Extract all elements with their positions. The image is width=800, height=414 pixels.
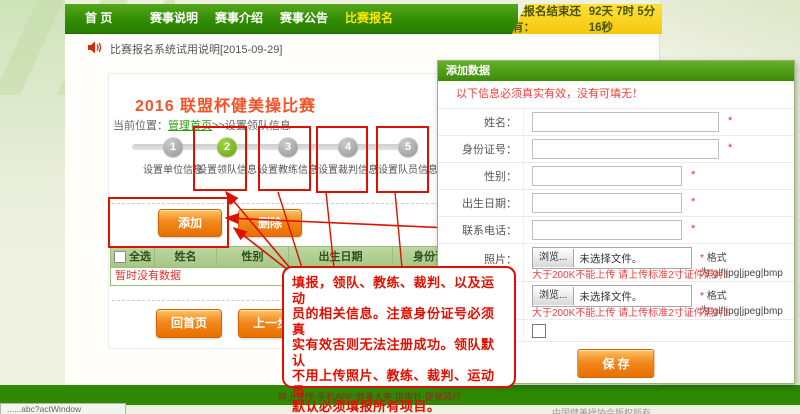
field-row-name: 姓名： * (438, 108, 794, 136)
dialog-notice-text: 以下信息必须真实有效，没有可填无！ (438, 81, 794, 108)
annotation-callout: 填报，领队、教练、裁判、以及运动 员的相关信息。注意身份证号必须真 实有效否则无… (282, 266, 516, 388)
certificate-size-warning: 大于200K不能上传 请上传标准2寸证件照片！ (532, 304, 734, 319)
nav-item-event-notice[interactable]: 赛事公告 (280, 4, 328, 33)
nav-item-event-intro[interactable]: 赛事说明 (150, 4, 198, 33)
save-button[interactable]: 保 存 (577, 349, 654, 378)
dialog-checkbox[interactable] (532, 324, 546, 338)
page-title: 2016 联盟杯健美操比赛 (135, 92, 316, 116)
announcement-link[interactable]: 比赛报名系统试用说明[2015-09-29] (110, 41, 282, 57)
step-circle-1: 1 (163, 137, 183, 157)
nav-item-registration[interactable]: 比赛报名 (345, 4, 393, 33)
annotation-box-step3 (258, 126, 311, 191)
countdown-value: 92天 7时 5分 16秒 (589, 3, 662, 35)
phone-input[interactable] (532, 220, 682, 240)
top-nav-bar: 首 页 赛事说明 赛事介绍 赛事公告 比赛报名 (65, 4, 518, 34)
id-number-label: 身份证号： (438, 135, 524, 162)
callout-line: 员的相关信息。注意身份证号必须真 (292, 306, 506, 337)
gender-label: 性别： (438, 162, 524, 189)
nav-item-event-detail[interactable]: 赛事介绍 (215, 4, 263, 33)
callout-line: 不用上传照片、教练、裁判、运动员 (292, 368, 506, 399)
copyright-text: 中国健美操协会版权所有 (552, 406, 651, 414)
annotation-box-add-button (108, 197, 229, 248)
browser-status-text: ......abc?actWindow (0, 403, 126, 414)
photo-size-warning: 大于200K不能上传 请上传标准2寸证件照片！ (532, 266, 734, 281)
name-input[interactable] (532, 112, 719, 132)
page: 首 页 赛事说明 赛事介绍 赛事公告 比赛报名 距报名结束还有： 92天 7时 … (0, 0, 800, 414)
photo-file-name: 未选择文件。 (574, 251, 642, 266)
table-header-gender: 性别 (217, 247, 289, 267)
back-home-button[interactable]: 回首页 (156, 309, 222, 338)
speaker-icon (88, 41, 103, 59)
registration-countdown: 距报名结束还有： 92天 7时 5分 16秒 (512, 4, 662, 34)
field-row-id-number: 身份证号： * (438, 135, 794, 163)
nav-item-home[interactable]: 首 页 (85, 4, 112, 33)
birthdate-required-mark: * (691, 196, 695, 208)
callout-line: 填报，领队、教练、裁判、以及运动 (292, 275, 506, 306)
callout-line: 默认必须填报所有项目。 (292, 399, 506, 414)
field-row-phone: 联系电话： * (438, 216, 794, 244)
phone-label: 联系电话： (438, 216, 524, 243)
annotation-box-step2 (193, 126, 247, 191)
table-header-select-all: 全选 (111, 247, 155, 267)
certificate-required-mark: * (700, 291, 704, 302)
table-header-row: 全选 姓名 性别 出生日期 身份证号 (111, 247, 479, 267)
id-number-required-mark: * (728, 142, 732, 154)
field-row-birthdate: 出生日期： * (438, 189, 794, 217)
delete-button[interactable]: 删除 (238, 209, 302, 237)
dialog-notice-row: 以下信息必须真实有效，没有可填无！ (438, 81, 794, 109)
gender-required-mark: * (691, 169, 695, 181)
select-all-label: 全选 (129, 247, 151, 267)
gender-input[interactable] (532, 166, 682, 186)
id-number-input[interactable] (532, 139, 719, 159)
callout-line: 实有效否则无法注册成功。领队默认 (292, 337, 506, 368)
breadcrumb-prefix: 当前位置： (113, 120, 168, 132)
photo-browse-button[interactable]: 浏览... (533, 249, 574, 267)
select-all-checkbox[interactable] (114, 251, 126, 263)
dialog-title: 添加数据 (438, 61, 794, 81)
photo-required-mark: * (700, 253, 704, 264)
field-row-gender: 性别： * (438, 162, 794, 190)
annotation-box-step5 (376, 126, 429, 193)
phone-required-mark: * (691, 223, 695, 235)
table-header-name: 姓名 (155, 247, 217, 267)
birthdate-label: 出生日期： (438, 189, 524, 216)
certificate-file-name: 未选择文件。 (574, 289, 642, 304)
name-label: 姓名： (438, 108, 524, 135)
table-header-birthdate: 出生日期 (289, 247, 393, 267)
certificate-browse-button[interactable]: 浏览... (533, 287, 574, 305)
annotation-box-step4 (316, 126, 368, 193)
countdown-label: 距报名结束还有： (512, 3, 584, 35)
name-required-mark: * (728, 115, 732, 127)
birthdate-input[interactable] (532, 193, 682, 213)
